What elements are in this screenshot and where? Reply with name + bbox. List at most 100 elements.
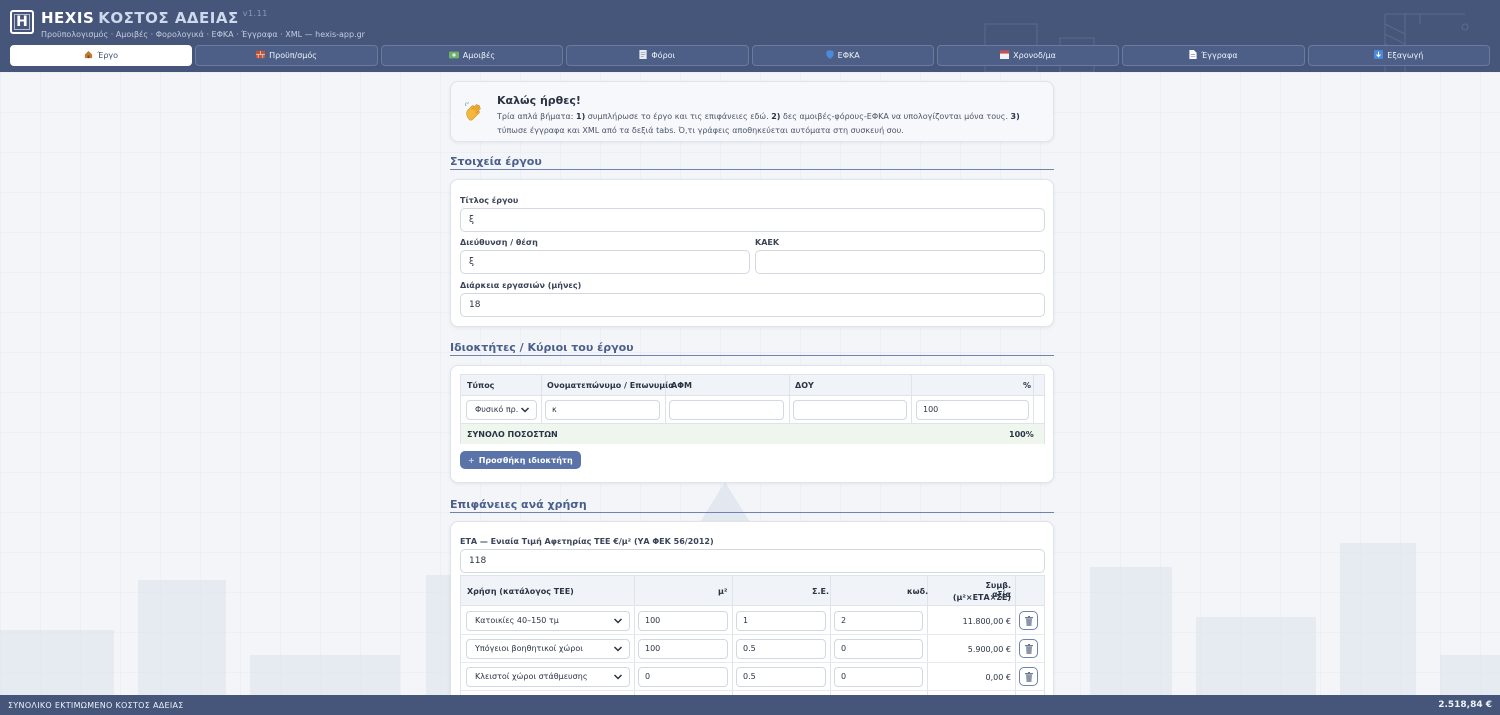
row-divider: [461, 662, 1044, 663]
chevron-down-icon: [613, 674, 623, 680]
tab-taxes[interactable]: Φόροι: [566, 45, 749, 66]
welcome-step-text: δες αμοιβές-φόρους-ΕΦΚΑ να υπολογίζονται…: [780, 112, 1011, 121]
trash-icon: [1025, 672, 1033, 682]
duration-input[interactable]: 18: [460, 293, 1045, 317]
total-cost-value: 2.518,84 €: [1438, 700, 1492, 710]
owners-header-name: Ονοματεπώνυμο / Επωνυμία: [547, 381, 674, 390]
tab-label: ΕΦΚΑ: [837, 51, 860, 60]
tab-label: Φόροι: [651, 51, 676, 60]
owners-header-afm: ΑΦΜ: [671, 381, 692, 390]
tab-documents[interactable]: Έγγραφα: [1122, 45, 1305, 66]
delete-row-button[interactable]: [1019, 667, 1038, 686]
main-tabs: Έργο Προϋπ/σμός Αμοιβές Φόροι ΕΦΚΑ Χρονο…: [10, 45, 1490, 66]
tab-budget[interactable]: Προϋπ/σμός: [195, 45, 378, 66]
surface-code-input[interactable]: 0: [834, 667, 923, 687]
eta-input[interactable]: 118: [460, 549, 1045, 573]
tab-project[interactable]: Έργο: [10, 45, 193, 66]
owner-percent-input[interactable]: 100: [916, 400, 1029, 420]
surface-use-value: Υπόγειοι βοηθητικοί χώροι: [475, 644, 583, 653]
owner-type-select[interactable]: Φυσικό πρ.: [466, 400, 537, 420]
owner-doy-input[interactable]: [793, 400, 907, 420]
section-title-owners: Ιδιοκτήτες / Κύριοι του έργου: [450, 341, 1054, 356]
surface-use-value: Κατοικίες 40–150 τμ: [475, 616, 559, 625]
tab-label: Έργο: [97, 51, 119, 60]
surface-m2-input[interactable]: 0: [638, 667, 728, 687]
surface-use-select[interactable]: Υπόγειοι βοηθητικοί χώροι: [466, 639, 630, 659]
column-divider: [634, 576, 635, 706]
address-label: Διεύθυνση / θέση: [460, 238, 538, 247]
surface-value: 5.900,00 €: [967, 645, 1011, 654]
surface-se-input[interactable]: 0.5: [736, 639, 826, 659]
welcome-step-text: συμπλήρωσε το έργο και τις επιφάνειες εδ…: [585, 112, 772, 121]
owners-total-label: ΣΥΝΟΛΟ ΠΟΣΟΣΤΩΝ: [467, 430, 558, 439]
tab-fees[interactable]: Αμοιβές: [380, 45, 564, 66]
surface-value: 0,00 €: [985, 673, 1011, 682]
column-divider: [541, 375, 542, 423]
owners-card: Τύπος Ονοματεπώνυμο / Επωνυμία ΑΦΜ ΔΟΥ %…: [450, 365, 1054, 483]
delete-row-button[interactable]: [1019, 639, 1038, 658]
surfaces-header-m2: μ²: [718, 587, 728, 596]
row-divider: [461, 690, 1044, 691]
total-cost-bar: ΣΥΝΟΛΙΚΟ ΕΚΤΙΜΩΜΕΝΟ ΚΟΣΤΟΣ ΑΔΕΙΑΣ 2.518,…: [0, 695, 1500, 715]
column-divider: [830, 576, 831, 706]
eta-label: ΕΤΑ — Ενιαία Τιμή Αφετηρίας ΤΕΕ €/μ² (ΥΑ…: [460, 537, 714, 546]
app-subtitle: Προϋπολογισμός · Αμοιβές · Φορολογικά · …: [41, 30, 365, 39]
surface-code-input[interactable]: 0: [834, 639, 923, 659]
surface-se-input[interactable]: 1: [736, 611, 826, 631]
surface-m2-input[interactable]: 100: [638, 611, 728, 631]
welcome-intro: Τρία απλά βήματα:: [497, 112, 576, 121]
surfaces-table: Χρήση (κατάλογος ΤΕΕ) μ² Σ.Ε. κωδ. Συμβ.…: [460, 575, 1045, 706]
welcome-step-number: 1): [576, 112, 586, 121]
column-divider: [1033, 375, 1034, 423]
money-icon: [448, 51, 459, 61]
tab-label: Προϋπ/σμός: [269, 51, 317, 60]
kaek-input[interactable]: [755, 250, 1045, 274]
tab-efka[interactable]: ΕΦΚΑ: [751, 45, 934, 66]
bricks-icon: [256, 50, 266, 61]
document-icon: [639, 50, 647, 61]
surfaces-header-use: Χρήση (κατάλογος ΤΕΕ): [467, 587, 574, 596]
project-card: Τίτλος έργου ξ Διεύθυνση / θέση ξ ΚΑΕΚ Δ…: [450, 179, 1054, 327]
app-title: HEXIS ΚΟΣΤΟΣ ΑΔΕΙΑΣ v1.11: [41, 9, 268, 27]
owners-total-value: 100%: [1009, 430, 1034, 439]
waving-hand-icon: [465, 101, 481, 121]
owners-header-type: Τύπος: [467, 381, 495, 390]
surface-code-input[interactable]: 2: [834, 611, 923, 631]
surface-se-input[interactable]: 0.5: [736, 667, 826, 687]
chevron-down-icon: [613, 618, 623, 624]
download-icon: [1374, 50, 1384, 61]
surface-use-select[interactable]: Κλειστοί χώροι στάθμευσης: [466, 667, 630, 687]
add-owner-button[interactable]: + Προσθήκη ιδιοκτήτη: [460, 451, 581, 469]
background-building: [1090, 567, 1172, 715]
owners-header-percent: %: [1023, 381, 1032, 390]
surface-m2-input[interactable]: 100: [638, 639, 728, 659]
background-building: [1340, 543, 1416, 715]
delete-row-button[interactable]: [1019, 611, 1038, 630]
house-icon: [84, 50, 93, 61]
surface-value: 11.800,00 €: [962, 617, 1011, 626]
project-title-label: Τίτλος έργου: [460, 196, 519, 205]
welcome-step-text: τύπωσε έγγραφα και XML από τα δεξιά tabs…: [497, 126, 904, 135]
background-building: [426, 575, 450, 715]
surfaces-header-se: Σ.Ε.: [812, 587, 830, 596]
owner-name-input[interactable]: κ: [545, 400, 660, 420]
page-icon: [1189, 50, 1197, 61]
add-owner-label: Προσθήκη ιδιοκτήτη: [478, 455, 573, 465]
column-divider: [732, 576, 733, 706]
welcome-text: Τρία απλά βήματα: 1) συμπλήρωσε το έργο …: [497, 110, 1047, 138]
address-input[interactable]: ξ: [460, 250, 750, 274]
tab-export[interactable]: Εξαγωγή: [1307, 45, 1490, 66]
calendar-icon: [1000, 50, 1010, 61]
welcome-step-number: 3): [1010, 112, 1020, 121]
plus-icon: +: [468, 455, 475, 465]
column-divider: [1015, 576, 1016, 706]
trash-icon: [1025, 616, 1033, 626]
tab-schedule[interactable]: Χρονοδ/μα: [936, 45, 1120, 66]
owner-afm-input[interactable]: [669, 400, 784, 420]
surface-use-value: Κλειστοί χώροι στάθμευσης: [475, 672, 588, 681]
project-title-input[interactable]: ξ: [460, 208, 1045, 232]
surfaces-header-value-formula: (μ²×ΕΤΑ×ΣΕ): [952, 593, 1011, 602]
surface-use-select[interactable]: Κατοικίες 40–150 τμ: [466, 611, 630, 631]
welcome-card: Καλώς ήρθες! Τρία απλά βήματα: 1) συμπλή…: [450, 81, 1054, 142]
tab-label: Αμοιβές: [462, 51, 496, 60]
